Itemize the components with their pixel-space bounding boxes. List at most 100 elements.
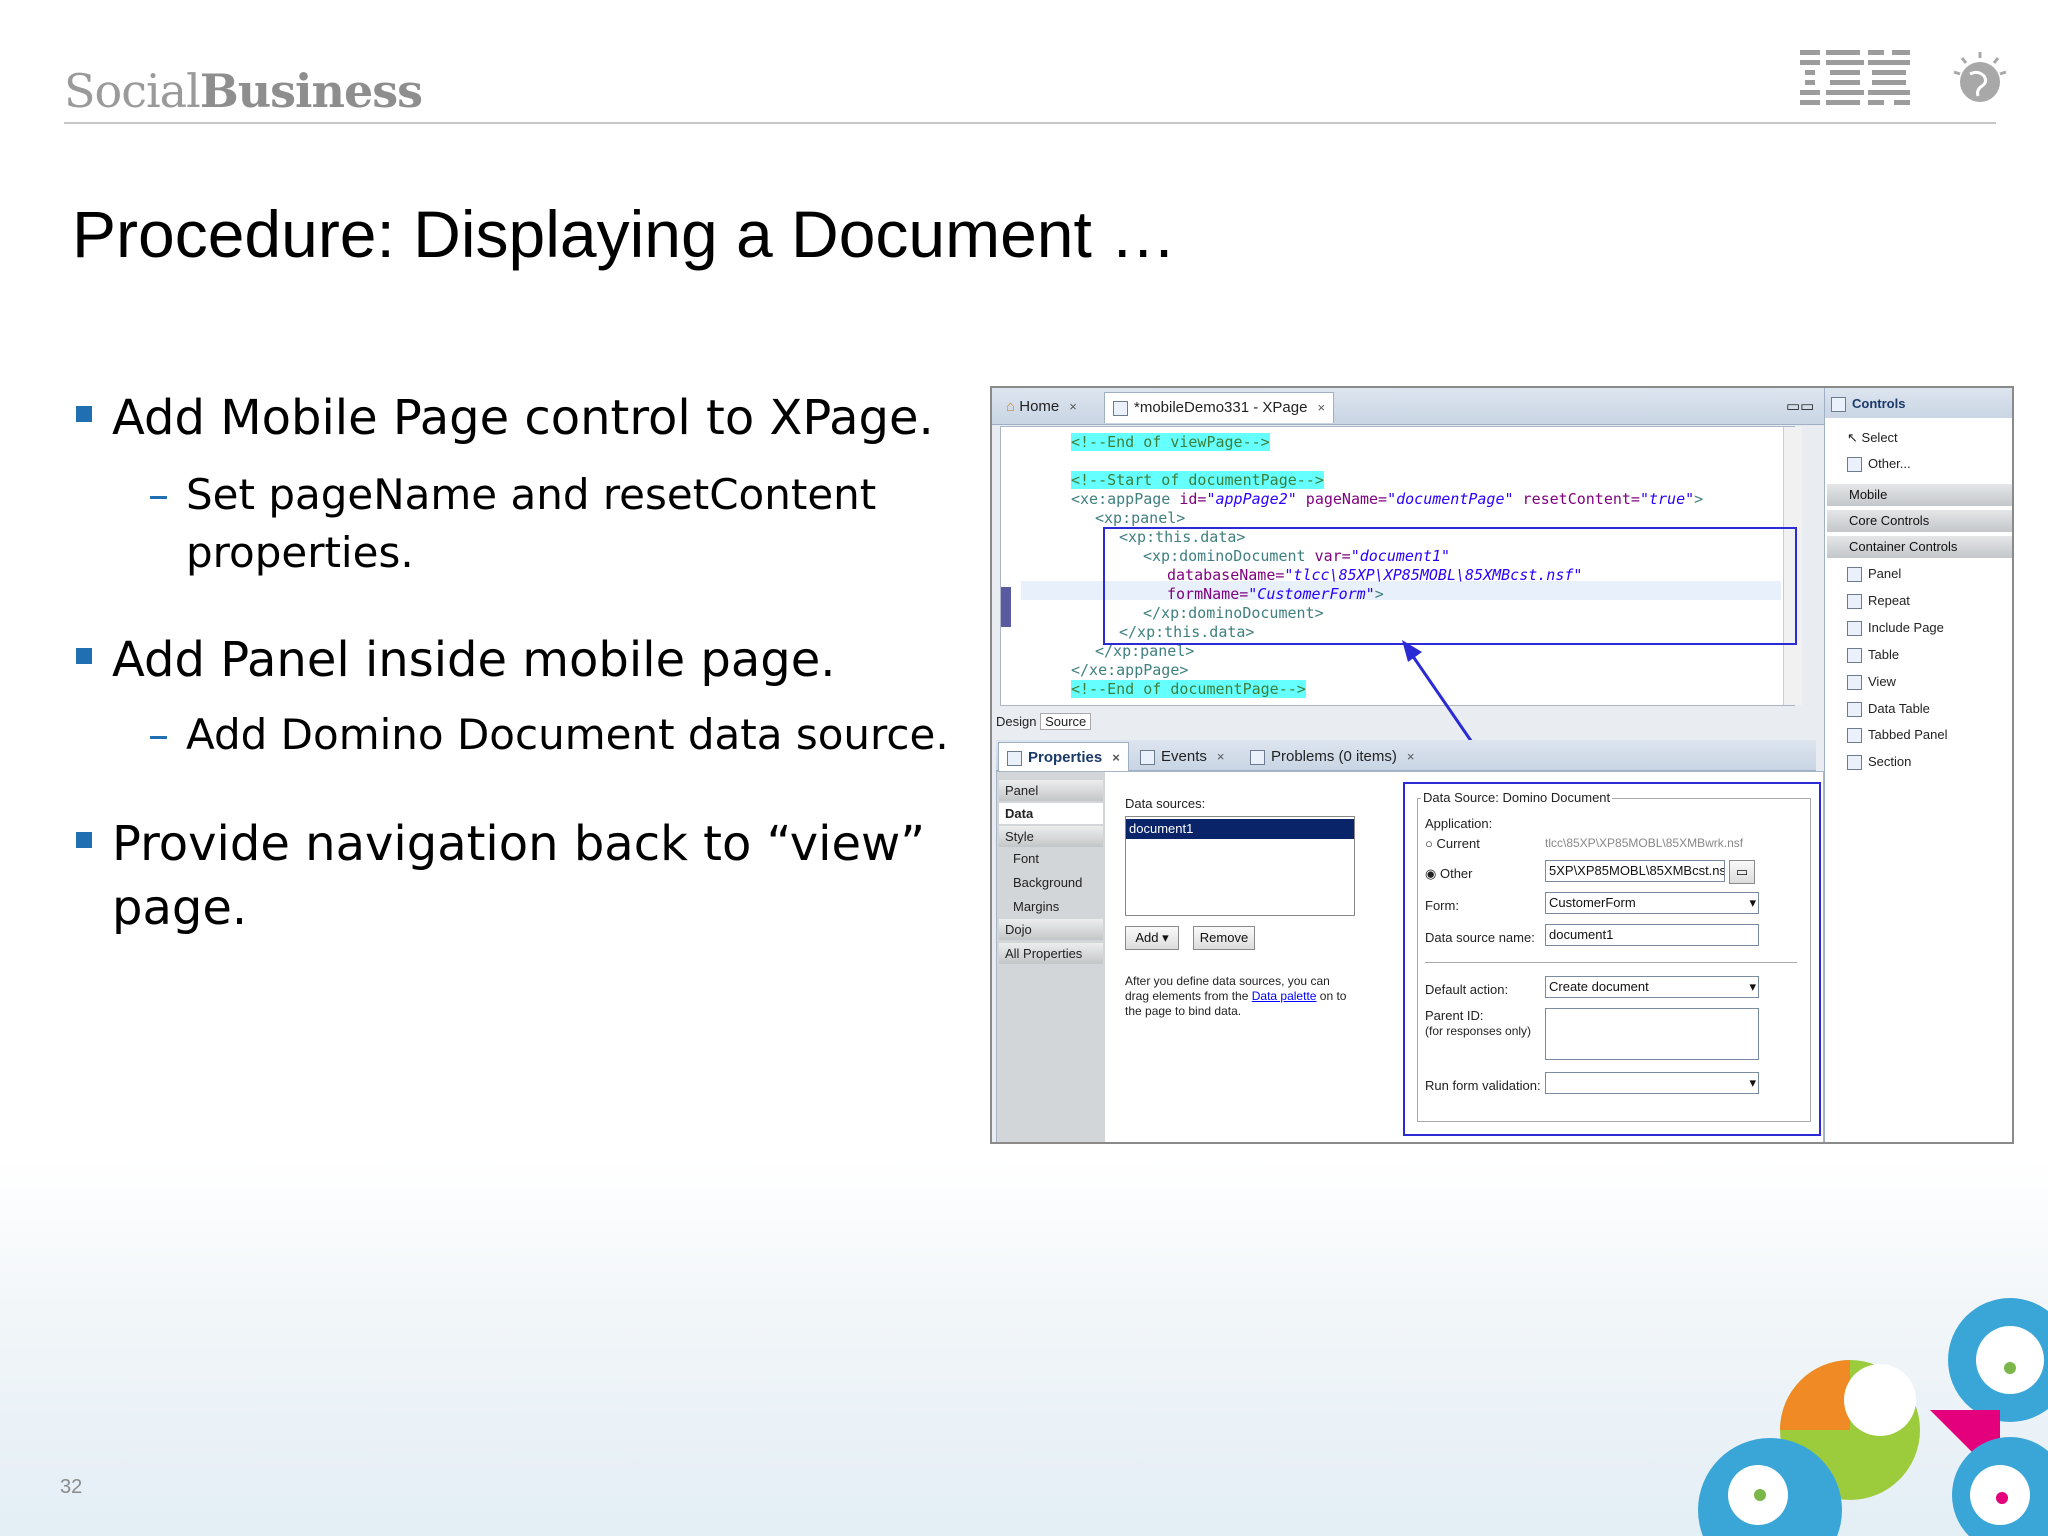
close-icon[interactable]: ×: [1317, 400, 1325, 415]
chevron-down-icon: ▾: [1749, 1075, 1756, 1090]
default-action-select[interactable]: Create document ▾: [1545, 976, 1759, 998]
close-icon[interactable]: ×: [1217, 749, 1225, 764]
section-icon: [1847, 755, 1862, 771]
control-table[interactable]: Table: [1847, 647, 1899, 664]
bullet-3-line1: Provide navigation back to “view”: [112, 816, 926, 872]
change-marker: [1001, 587, 1011, 627]
code-tag: </xe:appPage>: [1071, 661, 1189, 679]
controls-icon: [1831, 397, 1846, 413]
repeat-icon: [1847, 594, 1862, 610]
control-panel[interactable]: Panel: [1847, 566, 1901, 583]
close-icon[interactable]: ×: [1069, 399, 1077, 414]
nav-background[interactable]: Background: [999, 872, 1103, 893]
tab-events[interactable]: Events ×: [1132, 742, 1232, 772]
help-text: drag elements from the Data palette on t…: [1125, 989, 1347, 1003]
sub-bullet-dash: –: [148, 470, 169, 519]
panel-icon: [1847, 567, 1862, 583]
header-divider: [64, 122, 1996, 124]
properties-nav: Panel Data Style Font Background Margins…: [997, 772, 1105, 1142]
properties-tab-bar: Properties × Events × Problems (0 items) ×: [996, 740, 1816, 773]
data-source-item[interactable]: document1: [1126, 819, 1354, 839]
bullet-2: Add Panel inside mobile page.: [112, 632, 836, 688]
pointer-icon: ↖: [1847, 430, 1858, 445]
control-section[interactable]: Section: [1847, 754, 1911, 771]
help-text: After you define data sources, you can: [1125, 974, 1330, 988]
folder-icon[interactable]: ▭: [1729, 860, 1755, 884]
nav-style[interactable]: Style: [999, 826, 1103, 847]
control-tabbed-panel[interactable]: Tabbed Panel: [1847, 727, 1948, 744]
close-icon[interactable]: ×: [1407, 749, 1415, 764]
group-title: Data Source: Domino Document: [1421, 790, 1613, 805]
form-label: Form:: [1425, 898, 1459, 913]
xpage-icon: [1113, 400, 1128, 416]
run-validation-label: Run form validation:: [1425, 1078, 1541, 1093]
data-sources-label: Data sources:: [1125, 796, 1206, 811]
add-button[interactable]: Add ▾: [1125, 926, 1179, 950]
control-view[interactable]: View: [1847, 674, 1896, 691]
current-radio[interactable]: ○ Current: [1425, 836, 1480, 851]
other-radio[interactable]: ◉ Other: [1425, 866, 1472, 882]
tab-design[interactable]: Design: [996, 714, 1036, 729]
events-icon: [1140, 749, 1155, 765]
nav-data[interactable]: Data: [999, 803, 1103, 824]
nav-margins[interactable]: Margins: [999, 896, 1103, 917]
code-tag: >: [1694, 490, 1704, 508]
sub-bullet-1-line2: properties.: [186, 528, 414, 577]
help-text: the page to bind data.: [1125, 1004, 1242, 1018]
code-comment: <!--Start of documentPage-->: [1071, 471, 1324, 489]
editor-tab-bar: ⌂ Home × *mobileDemo331 - XPage × ▭▭: [992, 388, 1824, 425]
application-label: Application:: [1425, 816, 1493, 831]
tab-problems[interactable]: Problems (0 items) ×: [1242, 742, 1422, 772]
nav-font[interactable]: Font: [999, 848, 1103, 869]
category-mobile[interactable]: Mobile: [1827, 484, 2012, 506]
chevron-down-icon: ▾: [1749, 895, 1756, 910]
properties-panel: Panel Data Style Font Background Margins…: [996, 771, 1824, 1142]
decorative-circles: [1698, 1298, 2048, 1536]
tab-properties[interactable]: Properties ×: [998, 742, 1129, 773]
control-repeat[interactable]: Repeat: [1847, 593, 1910, 610]
tab-mobiledemo[interactable]: *mobileDemo331 - XPage ×: [1104, 392, 1335, 423]
tab-source[interactable]: Source: [1040, 713, 1092, 730]
parent-id-field[interactable]: [1545, 1008, 1759, 1060]
sub-bullet-dash: –: [148, 710, 169, 759]
data-source-name-field[interactable]: document1: [1545, 924, 1759, 946]
data-palette-link[interactable]: Data palette: [1252, 989, 1317, 1003]
nav-all-properties[interactable]: All Properties: [999, 943, 1103, 964]
minimize-maximize-icons[interactable]: ▭▭: [1778, 392, 1822, 422]
radio-selected-icon: ◉: [1425, 866, 1437, 881]
other-path-field[interactable]: 5XP\XP85MOBL\85XMBcst.nsf: [1545, 860, 1725, 882]
data-source-name-label: Data source name:: [1425, 930, 1535, 945]
table-icon: [1847, 648, 1862, 664]
radio-unselected-icon: ○: [1425, 836, 1433, 851]
bullet-3-line2: page.: [112, 880, 248, 936]
control-data-table[interactable]: Data Table: [1847, 701, 1930, 718]
code-attr: pageName=: [1296, 490, 1388, 508]
code-attr: resetContent=: [1513, 490, 1640, 508]
close-icon[interactable]: ×: [1112, 750, 1120, 765]
tab-home[interactable]: ⌂ Home ×: [998, 392, 1085, 422]
social-business-logo: SocialBusiness: [64, 64, 423, 118]
control-include-page[interactable]: Include Page: [1847, 620, 1944, 637]
data-sources-list[interactable]: document1: [1125, 816, 1355, 916]
data-table-icon: [1847, 702, 1862, 718]
other-controls[interactable]: Other...: [1847, 456, 1911, 473]
dropdown-arrow-icon: ▾: [1162, 930, 1169, 945]
nav-panel[interactable]: Panel: [999, 780, 1103, 801]
parent-id-label: Parent ID:: [1425, 1008, 1484, 1023]
form-select[interactable]: CustomerForm ▾: [1545, 892, 1759, 914]
bullet-marker: [76, 406, 92, 422]
select-tool[interactable]: ↖ Select: [1847, 430, 1898, 446]
category-core-controls[interactable]: Core Controls: [1827, 510, 2012, 532]
code-tag: <xe:appPage: [1071, 490, 1180, 508]
default-action-label: Default action:: [1425, 982, 1509, 997]
controls-palette: Controls ↖ Select Other... Mobile Core C…: [1824, 388, 2012, 1142]
nav-dojo[interactable]: Dojo: [999, 919, 1103, 940]
problems-icon: [1250, 749, 1265, 765]
run-validation-select[interactable]: ▾: [1545, 1072, 1759, 1094]
controls-title: Controls: [1831, 396, 1905, 413]
remove-button[interactable]: Remove: [1193, 926, 1255, 950]
code-comment: <!--End of documentPage-->: [1071, 680, 1306, 698]
code-value: "true": [1639, 490, 1695, 508]
page-number: 32: [60, 1476, 83, 1498]
category-container-controls[interactable]: Container Controls: [1827, 536, 2012, 558]
